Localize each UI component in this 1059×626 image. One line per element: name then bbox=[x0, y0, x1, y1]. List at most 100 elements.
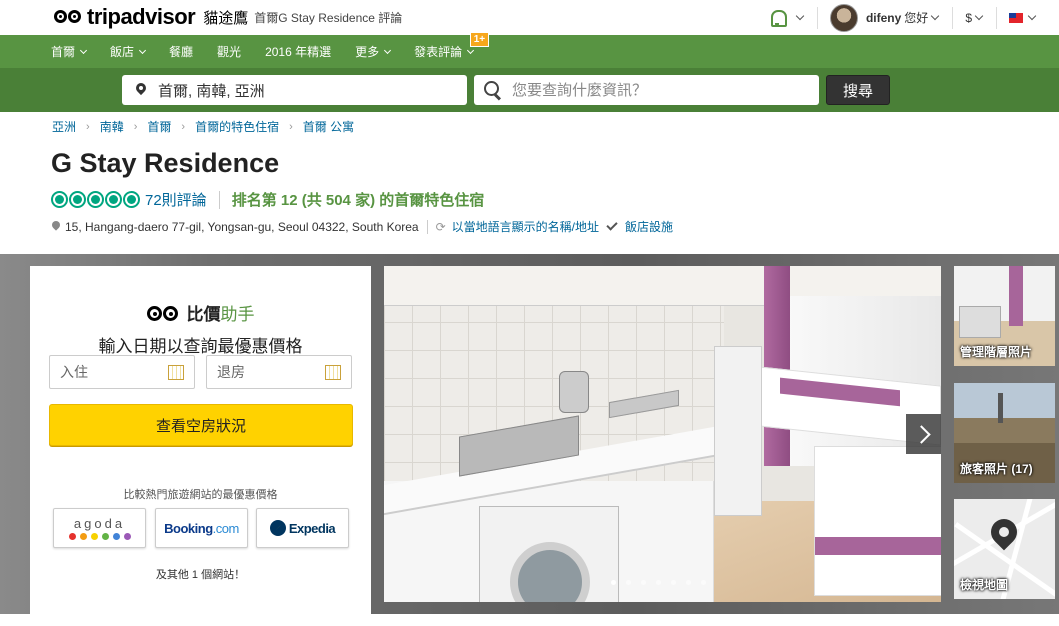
nav-item-seoul[interactable]: 首爾 bbox=[51, 43, 88, 60]
thumb-caption: 管理階層照片 bbox=[960, 345, 1033, 359]
main-photo[interactable] bbox=[384, 266, 941, 602]
nav-item-attractions[interactable]: 觀光 bbox=[217, 43, 241, 60]
calendar-icon bbox=[168, 365, 184, 380]
chevron-down-icon bbox=[79, 46, 88, 54]
more-sites-link[interactable]: 及其他 1 個網站！ bbox=[30, 566, 371, 582]
pagination-dot[interactable] bbox=[626, 580, 631, 585]
agoda-dot bbox=[90, 533, 98, 540]
checkin-field[interactable]: 入住 bbox=[49, 355, 195, 389]
search-input[interactable] bbox=[512, 81, 812, 99]
pagination-dot[interactable] bbox=[671, 580, 676, 585]
thumb-map[interactable]: 檢視地圖 bbox=[954, 499, 1055, 599]
pagination-dot[interactable] bbox=[611, 580, 616, 585]
rating-bubble-icon bbox=[51, 191, 68, 208]
divider bbox=[218, 190, 220, 209]
review-count-link[interactable]: 72則評論 bbox=[145, 189, 207, 210]
chevron-down-icon[interactable] bbox=[974, 11, 984, 21]
search-bar: 首爾, 南韓, 亞洲 搜尋 bbox=[0, 68, 1059, 112]
local-language-link[interactable]: 以當地語言顯示的名稱/地址 bbox=[452, 218, 599, 235]
agoda-dot bbox=[68, 533, 76, 540]
notification-badge: 1+ bbox=[469, 32, 490, 47]
chevron-down-icon bbox=[467, 46, 475, 54]
location-pin-icon bbox=[136, 83, 146, 97]
photo-kettle bbox=[559, 371, 589, 413]
agoda-dot bbox=[123, 533, 131, 540]
thumb-traveler-photos[interactable]: 旅客照片 (17) bbox=[954, 383, 1055, 483]
nav-item-write-review[interactable]: 發表評論 1+ bbox=[414, 32, 490, 60]
agoda-dot bbox=[79, 533, 87, 540]
rating-bubble-icon bbox=[69, 191, 86, 208]
amenities-link[interactable]: 飯店設施 bbox=[625, 218, 673, 235]
owl-logo-icon bbox=[54, 7, 84, 27]
avatar[interactable] bbox=[829, 3, 858, 32]
breadcrumb-separator: › bbox=[86, 120, 90, 133]
booking-logo-suffix: .com bbox=[212, 520, 240, 536]
breadcrumb-separator: › bbox=[133, 120, 138, 133]
checkmark-icon bbox=[606, 219, 618, 231]
photo-washer-drum bbox=[510, 542, 590, 602]
divider bbox=[426, 219, 428, 234]
nav-item-travelers-choice[interactable]: 2016 年精選 bbox=[265, 43, 331, 60]
breadcrumb-south-korea[interactable]: 南韓 bbox=[100, 118, 124, 135]
chevron-down-icon[interactable] bbox=[795, 11, 805, 21]
location-field[interactable]: 首爾, 南韓, 亞洲 bbox=[122, 75, 467, 105]
greeting[interactable]: 您好 bbox=[904, 9, 928, 26]
tripadvisor-logo[interactable]: tripadvisor 貓途鷹 首爾G Stay Residence 評論 bbox=[54, 4, 402, 30]
checkout-placeholder: 退房 bbox=[217, 364, 245, 380]
bubble-rating[interactable] bbox=[51, 191, 141, 208]
expedia-logo-text: Expedia bbox=[288, 520, 336, 536]
chevron-down-icon[interactable] bbox=[931, 11, 940, 21]
breadcrumb-separator: › bbox=[289, 120, 293, 133]
thumb-caption: 旅客照片 (17) bbox=[960, 462, 1033, 476]
nav-item-restaurants[interactable]: 餐廳 bbox=[169, 43, 193, 60]
partner-booking[interactable]: Booking .com bbox=[155, 508, 248, 548]
breadcrumb-apartments[interactable]: 首爾 公寓 bbox=[303, 118, 354, 135]
breadcrumb-seoul[interactable]: 首爾 bbox=[147, 118, 171, 135]
currency-selector[interactable]: $ bbox=[965, 11, 972, 25]
panel-title: 比價 助手 bbox=[30, 300, 371, 325]
address-text: 15, Hangang-daero 77-gil, Yongsan-gu, Se… bbox=[65, 219, 419, 234]
nav-item-more[interactable]: 更多 bbox=[355, 43, 392, 60]
agoda-logo-text: agoda bbox=[73, 516, 126, 531]
pagination-dot[interactable] bbox=[656, 580, 661, 585]
photo-washer bbox=[479, 506, 619, 602]
nav-item-hotels[interactable]: 飯店 bbox=[110, 43, 147, 60]
pagination-dot[interactable] bbox=[641, 580, 646, 585]
next-photo-chevron-icon[interactable] bbox=[906, 414, 941, 454]
pagination-dot[interactable] bbox=[701, 580, 706, 585]
photo-fridge bbox=[714, 346, 762, 516]
divider bbox=[952, 6, 954, 29]
query-field[interactable] bbox=[474, 75, 819, 105]
pagination-dot[interactable] bbox=[686, 580, 691, 585]
checkout-field[interactable]: 退房 bbox=[206, 355, 352, 389]
thumb-management-photos[interactable]: 管理階層照片 bbox=[954, 266, 1055, 366]
checkin-placeholder: 入住 bbox=[60, 364, 88, 380]
breadcrumb-asia[interactable]: 亞洲 bbox=[52, 118, 76, 135]
rating-bubble-icon bbox=[105, 191, 122, 208]
agoda-dot bbox=[101, 533, 109, 540]
check-availability-button[interactable]: 查看空房狀況 bbox=[49, 404, 353, 446]
rating-bubble-icon bbox=[123, 191, 140, 208]
notification-bell-icon[interactable] bbox=[769, 9, 787, 27]
location-value: 首爾, 南韓, 亞洲 bbox=[158, 82, 265, 100]
divider bbox=[816, 6, 818, 29]
top-bar: tripadvisor 貓途鷹 首爾G Stay Residence 評論 di… bbox=[0, 0, 1059, 35]
owl-logo-icon bbox=[146, 304, 181, 322]
search-button[interactable]: 搜尋 bbox=[826, 75, 890, 105]
divider bbox=[996, 6, 997, 29]
search-icon bbox=[484, 81, 502, 99]
chevron-down-icon[interactable] bbox=[1027, 11, 1037, 21]
expedia-globe-icon bbox=[269, 520, 286, 536]
thumb-caption: 檢視地圖 bbox=[960, 578, 1009, 592]
username[interactable]: difeny bbox=[866, 11, 901, 25]
chevron-down-icon bbox=[138, 46, 147, 54]
page-subtitle: 首爾G Stay Residence 評論 bbox=[254, 10, 403, 25]
breadcrumb-specialty-lodging[interactable]: 首爾的特色住宿 bbox=[195, 118, 279, 135]
ranking-text[interactable]: 排名第 12 (共 504 家) 的首爾特色住宿 bbox=[232, 189, 485, 210]
partner-expedia[interactable]: Expedia bbox=[256, 508, 349, 548]
photo-pagination bbox=[611, 580, 716, 585]
taiwan-flag-icon[interactable] bbox=[1009, 12, 1023, 23]
partner-agoda[interactable]: agoda bbox=[53, 508, 146, 548]
panel-title-accent: 助手 bbox=[220, 305, 255, 324]
brand-name-cn: 貓途鷹 bbox=[203, 9, 249, 27]
